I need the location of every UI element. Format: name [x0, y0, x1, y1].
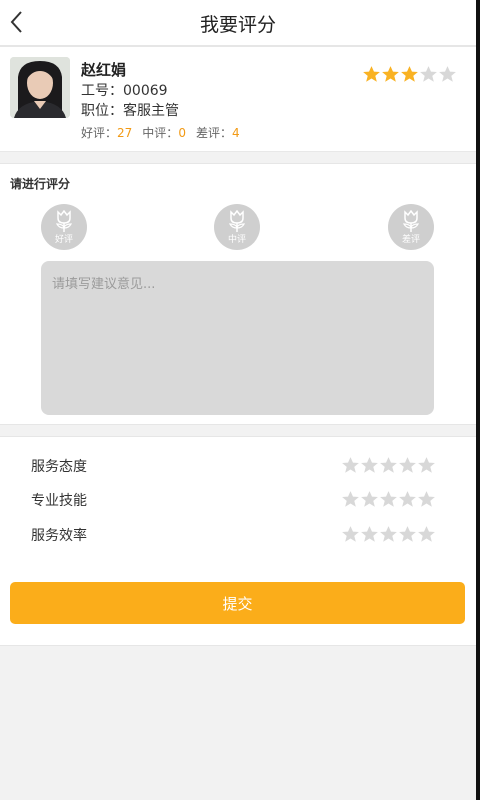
page-title: 我要评分 [199, 14, 276, 36]
bad-review-option[interactable]: 差评 [388, 204, 434, 250]
star-empty-icon [439, 66, 456, 82]
good-review-option[interactable]: 好评 [41, 204, 87, 250]
overall-rating-stars [362, 65, 457, 84]
criteria-label: 服务态度 [31, 459, 87, 475]
star-empty-icon[interactable] [398, 456, 417, 475]
navigation-bar: 我要评分 [0, 0, 476, 47]
employee-name: 赵红娟 [81, 61, 127, 79]
star-filled-icon [382, 66, 399, 82]
star-empty-icon[interactable] [341, 525, 360, 544]
star-empty-icon[interactable] [341, 456, 360, 475]
criteria-stars[interactable] [341, 525, 436, 544]
rating-section: 请进行评分 好评 中评 差评 [0, 163, 476, 425]
criteria-stars[interactable] [341, 490, 436, 509]
flower-icon [402, 210, 420, 232]
neutral-review-option-label: 中评 [227, 235, 246, 245]
star-empty-icon[interactable] [341, 490, 360, 509]
bad-review-count: 4 [231, 126, 240, 140]
neutral-review-option[interactable]: 中评 [214, 204, 260, 250]
criteria-row-attitude: 服务态度 [0, 452, 476, 480]
criteria-section: 服务态度 专业技能 服务效率 提交 [0, 436, 476, 646]
rating-section-title: 请进行评分 [10, 177, 71, 191]
review-counts: 好评：27 中评：0 差评：4 [81, 124, 240, 141]
star-empty-icon[interactable] [398, 490, 417, 509]
criteria-label: 专业技能 [31, 493, 87, 509]
comment-textarea[interactable] [41, 261, 434, 415]
star-empty-icon[interactable] [417, 456, 436, 475]
star-empty-icon[interactable] [360, 456, 379, 475]
criteria-label: 服务效率 [31, 528, 87, 544]
star-empty-icon[interactable] [360, 490, 379, 509]
avatar [10, 57, 70, 118]
flower-icon [228, 210, 246, 232]
star-filled-icon [401, 66, 418, 82]
employee-position: 职位：客服主管 [81, 103, 179, 119]
star-empty-icon[interactable] [417, 525, 436, 544]
star-empty-icon[interactable] [398, 525, 417, 544]
screen-edge-bar [476, 0, 480, 800]
criteria-row-skill: 专业技能 [0, 486, 476, 514]
criteria-stars[interactable] [341, 456, 436, 475]
employee-id: 工号：00069 [81, 83, 168, 99]
good-review-option-label: 好评 [54, 235, 73, 245]
star-empty-icon [420, 66, 437, 82]
star-empty-icon[interactable] [360, 525, 379, 544]
star-filled-icon [363, 66, 380, 82]
star-empty-icon[interactable] [379, 456, 398, 475]
bad-review-option-label: 差评 [401, 235, 420, 245]
good-review-count: 27 [117, 126, 133, 140]
neutral-review-label: 中评： [142, 126, 179, 140]
star-empty-icon[interactable] [417, 490, 436, 509]
neutral-review-count: 0 [178, 126, 186, 140]
submit-button[interactable]: 提交 [10, 582, 465, 624]
star-empty-icon[interactable] [379, 525, 398, 544]
flower-icon [55, 210, 73, 232]
star-empty-icon[interactable] [379, 490, 398, 509]
employee-profile-card: 赵红娟 工号：00069 职位：客服主管 好评：27 中评：0 差评：4 [0, 47, 476, 152]
criteria-row-efficiency: 服务效率 [0, 521, 476, 549]
bad-review-label: 差评： [195, 126, 232, 140]
good-review-label: 好评： [81, 126, 118, 140]
